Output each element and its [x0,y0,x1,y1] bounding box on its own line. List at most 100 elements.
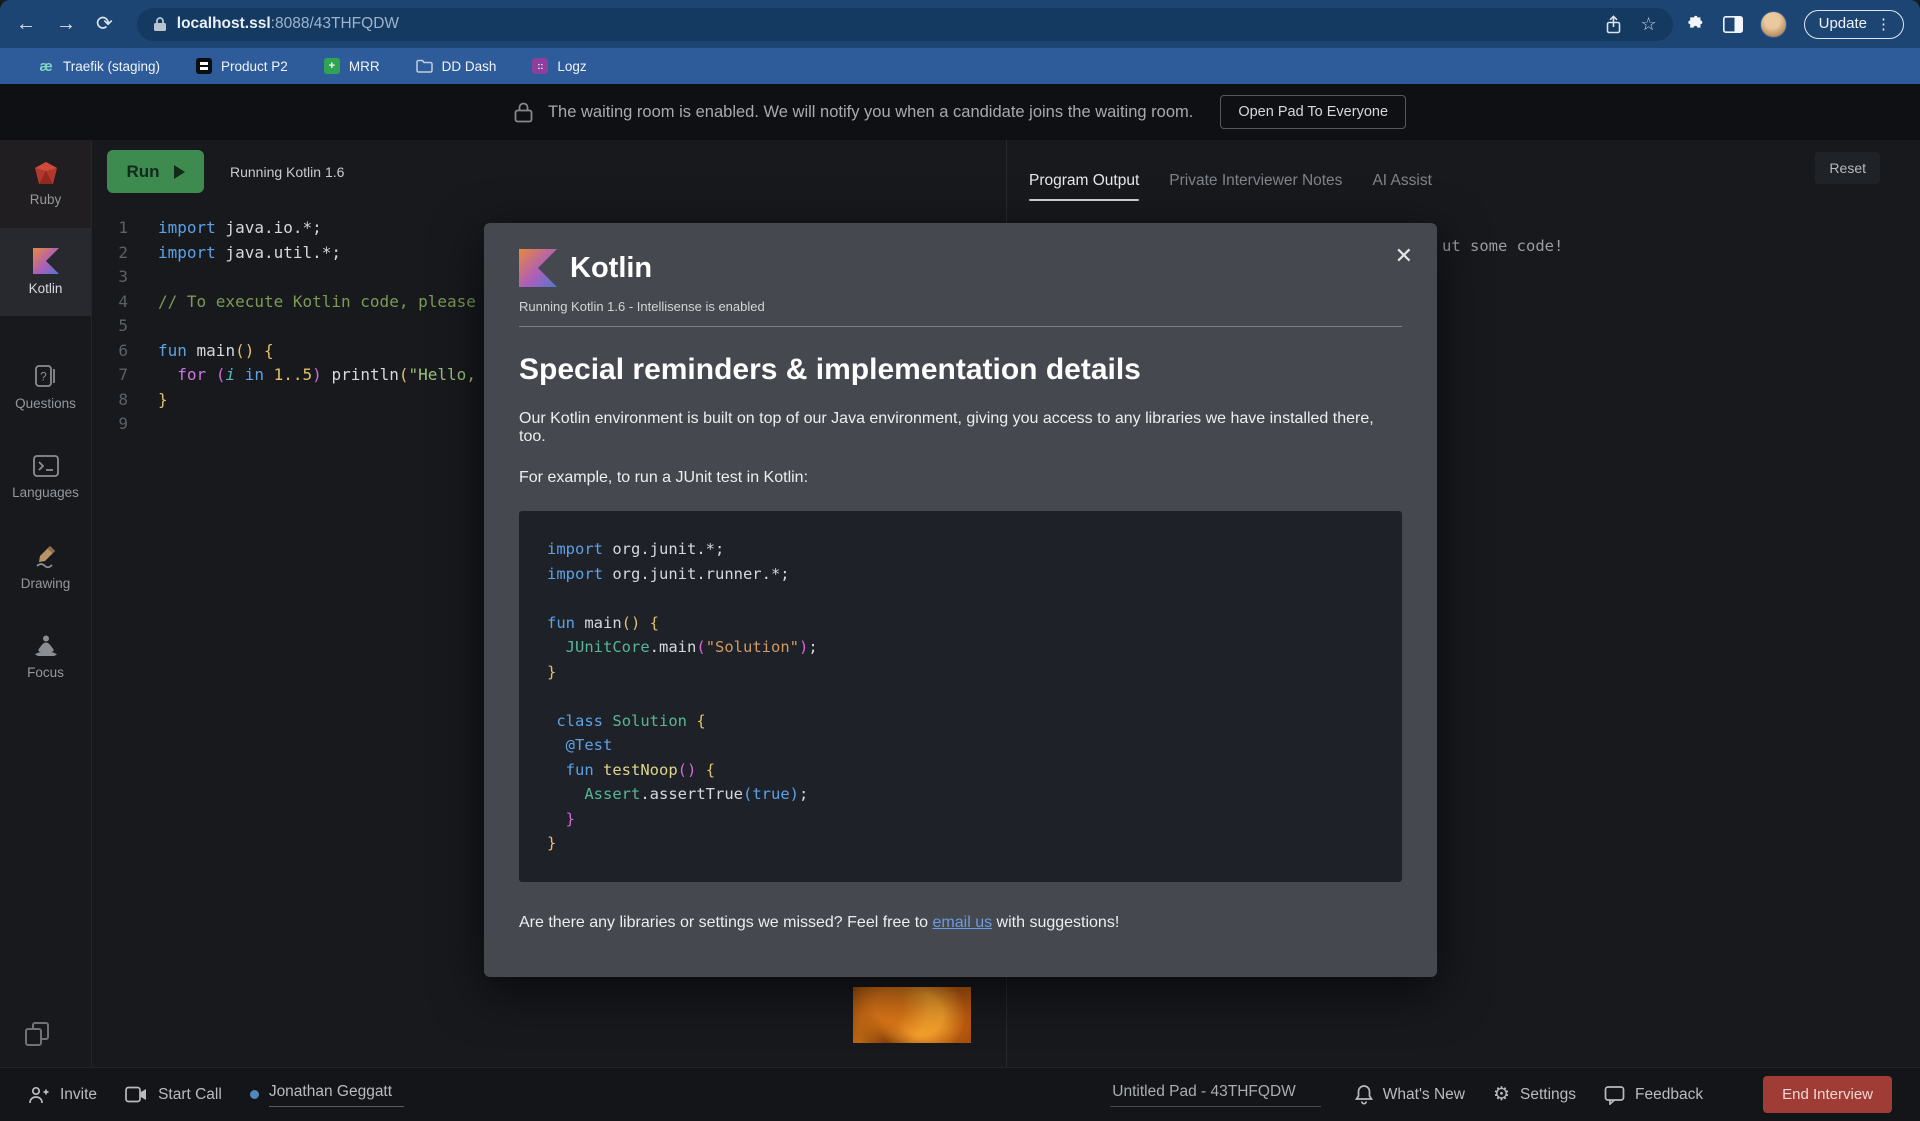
bookmark-product-p2[interactable]: Product P2 [196,58,288,74]
email-us-link[interactable]: email us [933,914,993,931]
kotlin-logo-icon [519,249,557,287]
kotlin-info-modal: ✕ Kotlin Running Kotlin 1.6 - Intellisen… [484,223,1437,977]
bookmark-label: Logz [557,59,586,74]
program-output-text: ut some code! [1442,237,1563,255]
tab-program-output[interactable]: Program Output [1029,172,1139,201]
folder-icon [416,59,433,73]
extensions-puzzle-icon[interactable] [1687,15,1706,34]
language-sidebar: Ruby Kotlin ? Questions Languages [0,140,92,1067]
url-path: :8088/43THFQDW [271,15,399,33]
copy-pages-icon[interactable] [22,1019,52,1049]
tab-label: Program Output [1029,172,1139,189]
sidebar-item-kotlin[interactable]: Kotlin [0,228,91,316]
url-host: localhost.ssl [177,15,271,33]
gear-icon: ⚙ [1493,1085,1510,1104]
feedback-button[interactable]: Feedback [1604,1085,1703,1105]
orange-animal-photo [853,987,971,1043]
modal-paragraph-1: Our Kotlin environment is built on top o… [519,410,1402,446]
open-pad-to-everyone-button[interactable]: Open Pad To Everyone [1220,95,1406,129]
sidebar-item-label: Kotlin [29,281,63,296]
waiting-room-banner: The waiting room is enabled. We will not… [0,84,1920,140]
meditation-icon [32,634,60,658]
presence-dot [250,1090,259,1099]
run-button[interactable]: Run [107,150,204,193]
sidebar-item-ruby[interactable]: Ruby [0,140,91,228]
user-name: Jonathan Geggatt [269,1083,404,1107]
modal-paragraph-2: For example, to run a JUnit test in Kotl… [519,469,1402,487]
forward-icon[interactable]: → [56,14,76,34]
sidebar-item-label: Drawing [21,576,71,591]
speech-bubble-icon [1604,1085,1625,1105]
update-button[interactable]: Update ⋮ [1804,10,1904,39]
modal-subtitle: Running Kotlin 1.6 - Intellisense is ena… [519,299,1402,314]
settings-button[interactable]: ⚙ Settings [1493,1085,1576,1104]
side-panel-icon[interactable] [1723,16,1743,33]
tab-label: Private Interviewer Notes [1169,172,1342,189]
sidebar-item-label: Questions [15,396,76,411]
question-card-icon: ? [33,363,59,389]
back-icon[interactable]: ← [16,14,36,34]
bookmark-label: Traefik (staging) [63,59,160,74]
invite-label: Invite [60,1086,97,1104]
modal-heading: Special reminders & implementation detai… [519,353,1402,387]
footer-text: Are there any libraries or settings we m… [519,914,933,931]
presence-user[interactable]: Jonathan Geggatt [250,1083,404,1107]
bookmark-label: MRR [349,59,380,74]
bookmarks-bar: æ Traefik (staging) Product P2 + MRR DD … [0,48,1920,84]
invite-person-icon [28,1085,50,1105]
reload-icon[interactable]: ⟳ [96,14,113,34]
junit-example-code: import org.junit.*;import org.junit.runn… [519,511,1402,882]
sidebar-item-label: Ruby [30,192,62,207]
reset-button[interactable]: Reset [1815,152,1880,184]
mrr-icon: + [324,58,340,74]
modal-title: Kotlin [570,252,652,285]
bookmark-label: DD Dash [442,59,497,74]
close-icon[interactable]: ✕ [1395,245,1413,267]
bookmark-dd-dash[interactable]: DD Dash [416,59,497,74]
waiting-room-message: The waiting room is enabled. We will not… [548,103,1193,122]
status-bar: Invite Start Call Jonathan Geggatt Untit… [0,1067,1920,1121]
pencil-icon [33,543,59,569]
lock-icon [153,16,167,32]
end-interview-button[interactable]: End Interview [1763,1076,1892,1113]
active-tab-underline [1029,199,1139,201]
sidebar-item-questions[interactable]: ? Questions [0,342,91,432]
pad-title-input[interactable]: Untitled Pad - 43THFQDW [1110,1083,1320,1107]
svg-text:?: ? [40,370,47,384]
terminal-icon [32,454,60,478]
invite-button[interactable]: Invite [28,1085,97,1105]
editor-status-text: Running Kotlin 1.6 [230,164,344,180]
sidebar-item-focus[interactable]: Focus [0,612,91,702]
line-number-gutter: 123456789 [92,216,158,437]
tab-ai-assist[interactable]: AI Assist [1372,172,1431,201]
sidebar-item-label: Focus [27,665,64,680]
logz-icon: :: [532,58,548,74]
settings-label: Settings [1520,1086,1576,1104]
browser-menu-icon[interactable]: ⋮ [1876,15,1891,33]
sidebar-item-drawing[interactable]: Drawing [0,522,91,612]
address-bar[interactable]: localhost.ssl:8088/43THFQDW ☆ [137,8,1673,41]
modal-header: Kotlin [519,223,1402,287]
play-icon [174,165,185,179]
tab-private-interviewer-notes[interactable]: Private Interviewer Notes [1169,172,1342,201]
bookmark-mrr[interactable]: + MRR [324,58,380,74]
bookmark-traefik[interactable]: æ Traefik (staging) [38,58,160,74]
modal-divider [519,326,1402,327]
bookmark-logz[interactable]: :: Logz [532,58,586,74]
start-call-label: Start Call [158,1086,222,1104]
profile-avatar[interactable] [1760,11,1787,38]
bookmark-star-icon[interactable]: ☆ [1640,14,1656,35]
sidebar-item-label: Languages [12,485,79,500]
whats-new-label: What's New [1383,1086,1465,1104]
traefik-icon: æ [38,58,54,74]
product-p2-icon [196,58,212,74]
app-window: ← → ⟳ localhost.ssl:8088/43THFQDW ☆ Upda… [0,0,1920,1121]
whats-new-button[interactable]: What's New [1355,1084,1465,1105]
sidebar-item-languages[interactable]: Languages [0,432,91,522]
ruby-gem-icon [33,161,59,185]
share-icon[interactable] [1605,15,1622,34]
lock-icon [514,101,533,123]
start-call-button[interactable]: Start Call [125,1086,222,1104]
bookmark-label: Product P2 [221,59,288,74]
output-tabs: Program Output Private Interviewer Notes… [1007,140,1920,201]
